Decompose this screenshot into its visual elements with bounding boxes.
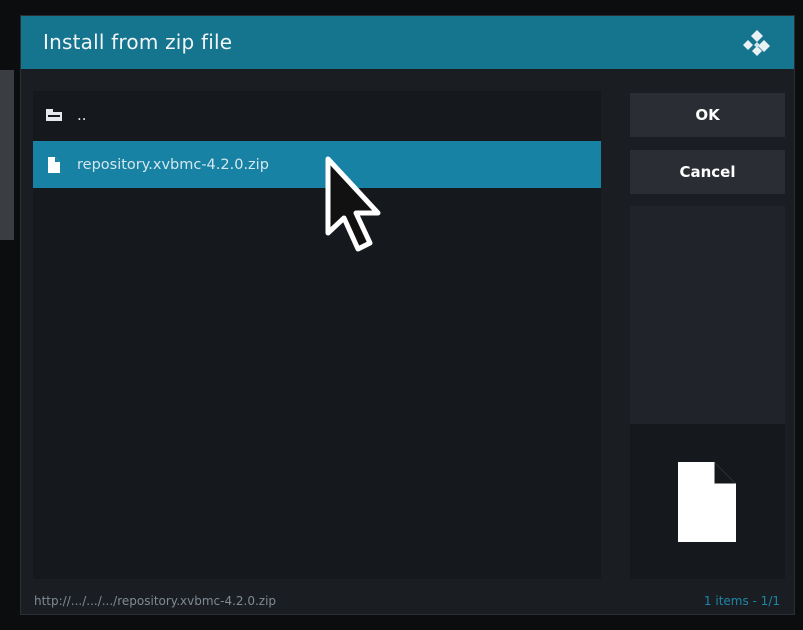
kodi-logo-icon (742, 28, 772, 58)
list-item-label: repository.xvbmc-4.2.0.zip (77, 156, 269, 173)
list-item-label: .. (77, 105, 87, 124)
dialog-title: Install from zip file (43, 30, 233, 54)
file-preview (630, 424, 785, 579)
file-icon (43, 154, 65, 176)
file-icon (678, 462, 736, 542)
list-item-repository-zip[interactable]: repository.xvbmc-4.2.0.zip (33, 141, 601, 188)
list-item-parent-folder[interactable]: .. (33, 91, 601, 138)
install-from-zip-dialog: Install from zip file .. repository.xvbm… (20, 15, 795, 615)
dialog-titlebar: Install from zip file (21, 16, 794, 69)
cancel-button[interactable]: Cancel (630, 150, 785, 194)
file-list: .. repository.xvbmc-4.2.0.zip (33, 91, 601, 579)
ok-button[interactable]: OK (630, 93, 785, 137)
footer-path: http://.../.../.../repository.xvbmc-4.2.… (34, 594, 277, 608)
footer-item-count: 1 items - 1/1 (703, 594, 780, 608)
background-scroll-strip (0, 70, 14, 240)
parent-folder-icon (43, 104, 65, 126)
